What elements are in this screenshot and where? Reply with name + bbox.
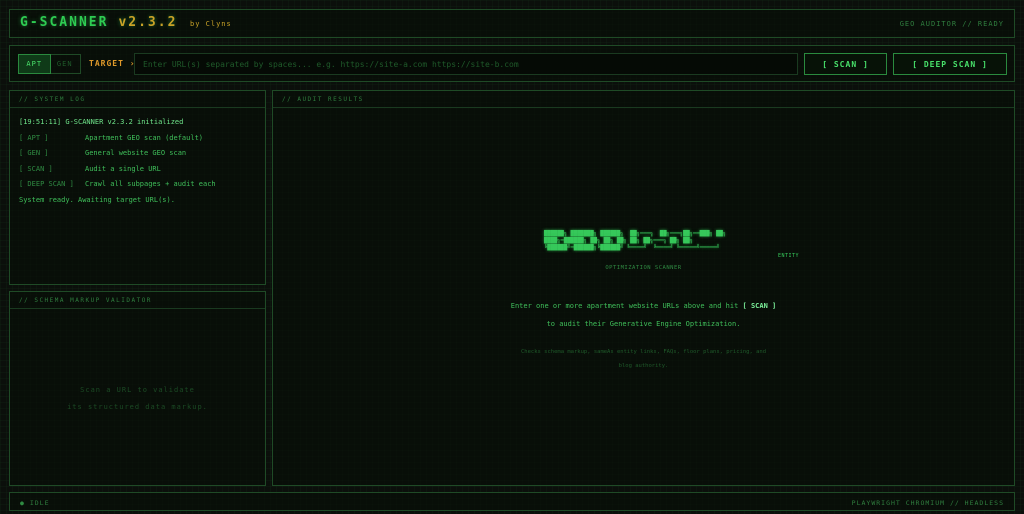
target-label: TARGET ›	[89, 59, 136, 68]
scan-key-hint: [ SCAN ]	[742, 302, 777, 310]
log-text: Audit a single URL	[85, 164, 161, 173]
log-tag: [ GEN ]	[19, 149, 49, 158]
mode-apt-button[interactable]: APT	[18, 54, 51, 74]
deep-scan-button[interactable]: [ DEEP SCAN ]	[893, 53, 1007, 75]
status-text: IDLE	[29, 499, 50, 507]
log-ready-line: System ready. Awaiting target URL(s).	[19, 195, 175, 204]
schema-empty-state: Scan a URL to validate its structured da…	[10, 382, 265, 416]
mode-toggle: APT GEN	[18, 54, 81, 74]
app-author: by Clyns	[190, 20, 232, 28]
audit-desc-line1: Checks schema markup, sameAs entity link…	[520, 349, 767, 355]
log-entry: [ GEN ] General website GEO scan	[19, 146, 216, 162]
schema-empty-line1: Scan a URL to validate	[80, 386, 195, 394]
footer-status: ● IDLE	[20, 499, 50, 507]
log-entry: [ SCAN ] Audit a single URL	[19, 162, 216, 178]
audit-results-panel: // AUDIT RESULTS ██████╗ ███████╗ ██████…	[272, 90, 1015, 486]
audit-instruction-line1: Enter one or more apartment website URLs…	[273, 302, 1014, 310]
logo-subtitle: OPTIMIZATION SCANNER	[605, 265, 682, 271]
audit-instruction-line2: to audit their Generative Engine Optimiz…	[546, 320, 741, 328]
command-bar: APT GEN TARGET › [ SCAN ] [ DEEP SCAN ]	[9, 45, 1015, 82]
audit-desc-line2: blog authority.	[618, 363, 669, 369]
log-text: Apartment GEO scan (default)	[85, 133, 204, 142]
app-name: G-SCANNER	[20, 15, 109, 30]
logo-entity-word: ENTITY	[778, 253, 800, 259]
status-footer: ● IDLE PLAYWRIGHT CHROMIUM // HEADLESS	[9, 492, 1015, 511]
status-dot-icon: ●	[20, 499, 25, 507]
system-log-panel: // SYSTEM LOG [19:51:11] G-SCANNER v2.3.…	[9, 90, 266, 285]
mode-gen-button[interactable]: GEN	[50, 55, 81, 73]
instruction-text: Enter one or more apartment website URLs…	[510, 302, 743, 310]
schema-empty-line2: its structured data markup.	[67, 403, 208, 411]
log-lines: [19:51:11] G-SCANNER v2.3.2 initialized …	[19, 115, 216, 209]
app-version: v2.3.2	[118, 15, 178, 30]
log-init-line: [19:51:11] G-SCANNER v2.3.2 initialized	[19, 118, 184, 126]
log-entry: [ DEEP SCAN ] Crawl all subpages + audit …	[19, 177, 216, 193]
audit-description: Checks schema markup, sameAs entity link…	[273, 345, 1014, 373]
ascii-logo: ██████╗ ███████╗ ██████╗ ██╗═══╗ ██╗═══╗…	[544, 231, 727, 251]
log-entry: [ APT ] Apartment GEO scan (default)	[19, 131, 216, 147]
schema-validator-title: // SCHEMA MARKUP VALIDATOR	[10, 292, 265, 309]
header-status: GEO AUDITOR // READY	[899, 20, 1004, 28]
log-tag: [ DEEP SCAN ]	[19, 180, 74, 189]
app-header: G-SCANNER v2.3.2 by Clyns GEO AUDITOR // …	[9, 9, 1015, 38]
system-log-title: // SYSTEM LOG	[10, 91, 265, 108]
url-input[interactable]	[134, 53, 798, 75]
app-title: G-SCANNER v2.3.2	[20, 15, 177, 30]
audit-results-title: // AUDIT RESULTS	[273, 91, 1014, 108]
log-tag: [ APT ]	[19, 133, 49, 142]
schema-validator-panel: // SCHEMA MARKUP VALIDATOR Scan a URL to…	[9, 291, 266, 486]
log-text: General website GEO scan	[85, 149, 187, 158]
scan-button[interactable]: [ SCAN ]	[804, 53, 887, 75]
footer-engine: PLAYWRIGHT CHROMIUM // HEADLESS	[851, 499, 1004, 507]
log-text: Crawl all subpages + audit each	[85, 180, 216, 189]
log-tag: [ SCAN ]	[19, 164, 53, 173]
